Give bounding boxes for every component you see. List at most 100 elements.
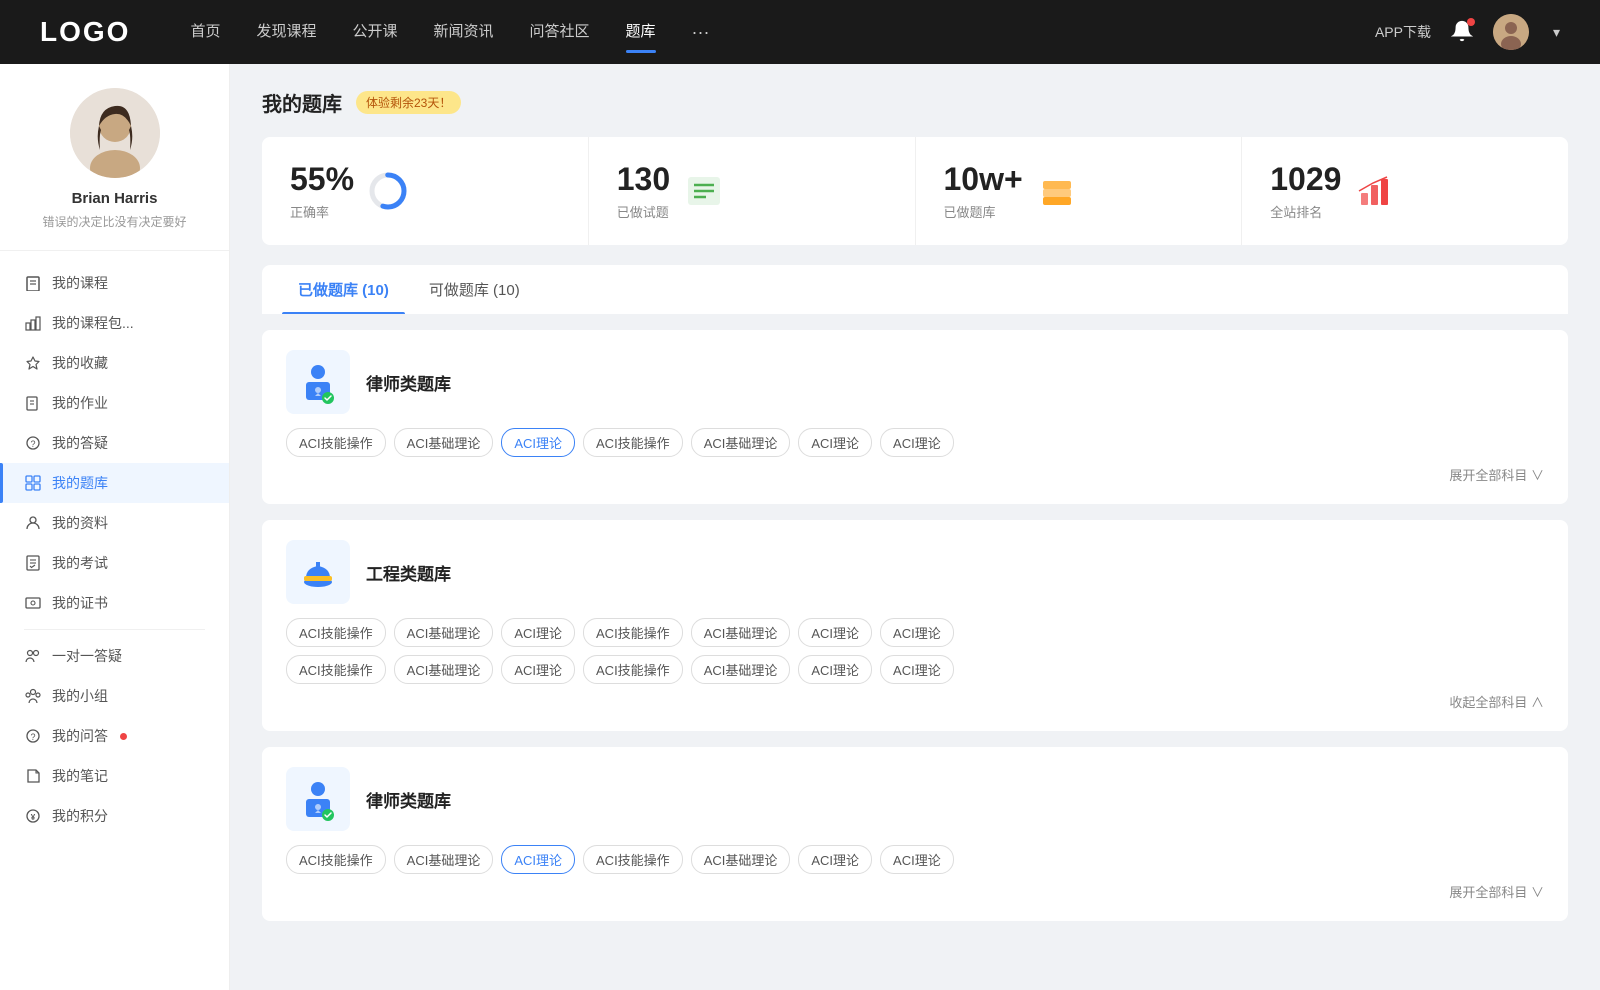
tag[interactable]: ACI技能操作	[286, 618, 386, 647]
stat-questions-value: 130	[617, 161, 670, 198]
sidebar-item-profile-data[interactable]: 我的资料	[0, 503, 229, 543]
menu-divider	[24, 629, 205, 630]
tag[interactable]: ACI基础理论	[394, 845, 494, 874]
stat-rank-text: 1029 全站排名	[1270, 161, 1341, 221]
stat-accuracy-text: 55% 正确率	[290, 161, 354, 221]
stat-banks-done: 10w+ 已做题库	[916, 137, 1243, 245]
user-avatar[interactable]	[1493, 14, 1529, 50]
sidebar-item-certificates[interactable]: 我的证书	[0, 583, 229, 623]
tag-active[interactable]: ACI理论	[501, 428, 575, 457]
courses-icon	[24, 274, 42, 292]
sidebar-item-favorites[interactable]: 我的收藏	[0, 343, 229, 383]
sidebar-item-my-qa[interactable]: ? 我的问答	[0, 716, 229, 756]
sidebar-label-packages: 我的课程包...	[52, 313, 134, 333]
nav-more[interactable]: ···	[692, 22, 710, 43]
sidebar-item-packages[interactable]: 我的课程包...	[0, 303, 229, 343]
tag[interactable]: ACI基础理论	[394, 428, 494, 457]
sidebar-item-points[interactable]: ¥ 我的积分	[0, 796, 229, 836]
stat-banks-label: 已做题库	[944, 202, 1023, 221]
sidebar-label-points: 我的积分	[52, 806, 108, 826]
tag[interactable]: ACI技能操作	[286, 655, 386, 684]
question-bank-icon	[24, 474, 42, 492]
svg-text:?: ?	[30, 439, 35, 449]
user-menu-caret[interactable]: ▾	[1553, 24, 1560, 41]
tag[interactable]: ACI理论	[501, 618, 575, 647]
tag[interactable]: ACI基础理论	[691, 655, 791, 684]
sidebar-label-groups: 我的小组	[52, 686, 108, 706]
tag[interactable]: ACI技能操作	[583, 428, 683, 457]
tag[interactable]: ACI理论	[880, 655, 954, 684]
collapse-button-engineer[interactable]: 收起全部科目 ∧	[286, 692, 1544, 711]
tag[interactable]: ACI理论	[501, 655, 575, 684]
expand-button-lawyer1[interactable]: 展开全部科目 ∨	[286, 465, 1544, 484]
sidebar-label-homework: 我的作业	[52, 393, 108, 413]
sidebar-label-certificates: 我的证书	[52, 593, 108, 613]
tag-active[interactable]: ACI理论	[501, 845, 575, 874]
favorites-icon	[24, 354, 42, 372]
nav-home[interactable]: 首页	[190, 20, 220, 45]
tab-done[interactable]: 已做题库 (10)	[282, 265, 405, 314]
tab-available[interactable]: 可做题库 (10)	[413, 265, 536, 314]
tag[interactable]: ACI理论	[798, 655, 872, 684]
nav-question-bank[interactable]: 题库	[626, 20, 656, 45]
sidebar-item-qa[interactable]: ? 我的答疑	[0, 423, 229, 463]
tag[interactable]: ACI理论	[798, 845, 872, 874]
bar-chart-rank-icon	[1355, 171, 1395, 211]
app-download-button[interactable]: APP下载	[1375, 22, 1431, 42]
tag[interactable]: ACI技能操作	[583, 618, 683, 647]
sidebar-item-exams[interactable]: 我的考试	[0, 543, 229, 583]
sidebar-item-question-bank[interactable]: 我的题库	[0, 463, 229, 503]
sidebar-label-my-qa: 我的问答	[52, 726, 108, 746]
navbar-right: APP下载 ▾	[1375, 14, 1560, 50]
sidebar-item-notes[interactable]: 我的笔记	[0, 756, 229, 796]
page-title: 我的题库	[262, 88, 342, 117]
tag[interactable]: ACI技能操作	[286, 428, 386, 457]
profile-data-icon	[24, 514, 42, 532]
tag[interactable]: ACI理论	[880, 618, 954, 647]
tag[interactable]: ACI理论	[880, 845, 954, 874]
tag[interactable]: ACI基础理论	[394, 655, 494, 684]
sidebar-label-profile-data: 我的资料	[52, 513, 108, 533]
trial-badge: 体验剩余23天！	[356, 91, 461, 114]
nav-qa[interactable]: 问答社区	[530, 20, 590, 45]
stat-questions-label: 已做试题	[617, 202, 670, 221]
tag[interactable]: ACI技能操作	[583, 655, 683, 684]
tag[interactable]: ACI基础理论	[691, 428, 791, 457]
tag[interactable]: ACI理论	[880, 428, 954, 457]
groups-icon	[24, 687, 42, 705]
sidebar-item-courses[interactable]: 我的课程	[0, 263, 229, 303]
stat-rank-label: 全站排名	[1270, 202, 1341, 221]
pie-chart-icon	[368, 171, 408, 211]
tag[interactable]: ACI基础理论	[691, 618, 791, 647]
stat-rank-value: 1029	[1270, 161, 1341, 198]
stat-accuracy-label: 正确率	[290, 202, 354, 221]
homework-icon	[24, 394, 42, 412]
nav-open-course[interactable]: 公开课	[352, 20, 397, 45]
tag[interactable]: ACI基础理论	[394, 618, 494, 647]
tab-content: 律师类题库 ACI技能操作 ACI基础理论 ACI理论 ACI技能操作 ACI基…	[262, 330, 1568, 921]
sidebar-label-favorites: 我的收藏	[52, 353, 108, 373]
qa-icon: ?	[24, 434, 42, 452]
tags-row-engineer2: ACI技能操作 ACI基础理论 ACI理论 ACI技能操作 ACI基础理论 AC…	[286, 655, 1544, 684]
certificates-icon	[24, 594, 42, 612]
sidebar-item-homework[interactable]: 我的作业	[0, 383, 229, 423]
qbank-card-lawyer2: 律师类题库 ACI技能操作 ACI基础理论 ACI理论 ACI技能操作 ACI基…	[262, 747, 1568, 921]
sidebar-label-one-on-one: 一对一答疑	[52, 646, 122, 666]
tag[interactable]: ACI技能操作	[583, 845, 683, 874]
qbank-icon-engineer	[286, 540, 350, 604]
nav-discover[interactable]: 发现课程	[256, 20, 316, 45]
nav-news[interactable]: 新闻资讯	[434, 20, 494, 45]
sidebar-item-groups[interactable]: 我的小组	[0, 676, 229, 716]
tag[interactable]: ACI基础理论	[691, 845, 791, 874]
tag[interactable]: ACI理论	[798, 618, 872, 647]
stat-questions-done: 130 已做试题	[589, 137, 916, 245]
sidebar-label-courses: 我的课程	[52, 273, 108, 293]
notification-bell[interactable]	[1451, 20, 1473, 45]
sidebar-item-one-on-one[interactable]: 一对一答疑	[0, 636, 229, 676]
notification-dot	[1467, 18, 1475, 26]
tag[interactable]: ACI理论	[798, 428, 872, 457]
expand-button-lawyer2[interactable]: 展开全部科目 ∨	[286, 882, 1544, 901]
qbank-title-engineer: 工程类题库	[366, 560, 451, 585]
qbank-header-lawyer2: 律师类题库	[286, 767, 1544, 831]
tag[interactable]: ACI技能操作	[286, 845, 386, 874]
